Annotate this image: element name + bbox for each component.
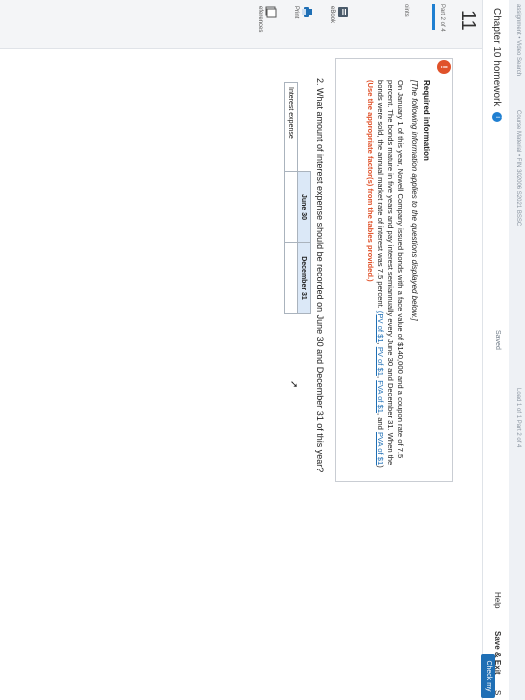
table-header-row: June 30 December 31 [297,82,311,314]
required-info-intro: [The following information applies to th… [410,80,419,321]
references-tool[interactable]: eferences [257,6,277,44]
link-separator: ) [376,465,385,468]
load-status: Load 1 of 1 Part 2 of 4 [515,388,521,448]
question-text: 2. What amount of interest expense shoul… [315,78,325,473]
pva-table-link[interactable]: PV of $1 [376,347,385,376]
december-interest-input[interactable] [284,242,298,314]
column-header-december: December 31 [297,242,311,314]
print-label: Print [293,6,299,19]
photo-frame: assignment • Video Search Course Materia… [0,0,525,700]
points-label: oints [403,4,409,17]
warning-icon: ! [437,60,451,74]
tab-crumb[interactable]: assignment • Video Search [515,4,521,76]
link-separator: , and [376,412,385,432]
part-progress-bar [432,4,435,30]
references-icon [265,6,277,18]
required-info-title: Required information [422,80,431,161]
instruction-text: (Use the appropriate factor(s) from the … [366,80,375,282]
interest-expense-table: June 30 December 31 Interest expense [284,82,311,314]
info-icon[interactable]: i [491,112,502,123]
chapter-title: Chapter 10 homework i [491,8,502,123]
fva-table-link[interactable]: FVA of $1 [376,380,385,413]
question-sidebar [0,0,482,49]
table-corner-cell [297,82,311,172]
printer-icon [302,7,312,17]
assignment-header: Chapter 10 homework i Saved Help Save & … [482,0,509,700]
row-label-interest-expense: Interest expense [284,82,298,172]
column-header-june: June 30 [297,171,311,243]
course-title: Course Material • FIN 302006 S2021 BSSC [515,110,521,227]
ebook-label: eBook [329,6,335,24]
table-row: Interest expense [284,82,298,314]
print-tool[interactable]: Print [293,6,313,44]
ebook-icon [338,7,348,17]
question-number: 11 [457,10,479,31]
pvaa-table-link[interactable]: PVA of $1 [376,432,385,465]
pv-table-link[interactable]: (PV of $1 [376,311,385,343]
chapter-title-text: Chapter 10 homework [491,8,502,107]
part-indicator: Part 2 of 4 [439,4,445,32]
saved-status: Saved [494,330,501,350]
help-button[interactable]: Help [493,592,502,608]
ebook-tool[interactable]: eBook [329,6,349,44]
references-label: eferences [257,6,263,33]
check-my-work-button[interactable]: Check my [481,654,495,698]
mouse-cursor-icon: ➚ [288,380,299,389]
homework-screen: assignment • Video Search Course Materia… [0,0,525,700]
required-info-body: On January 1 of this year, Nowell Compan… [365,80,405,472]
june-interest-input[interactable] [284,171,298,243]
browser-tab-bar: assignment • Video Search Course Materia… [508,0,525,700]
